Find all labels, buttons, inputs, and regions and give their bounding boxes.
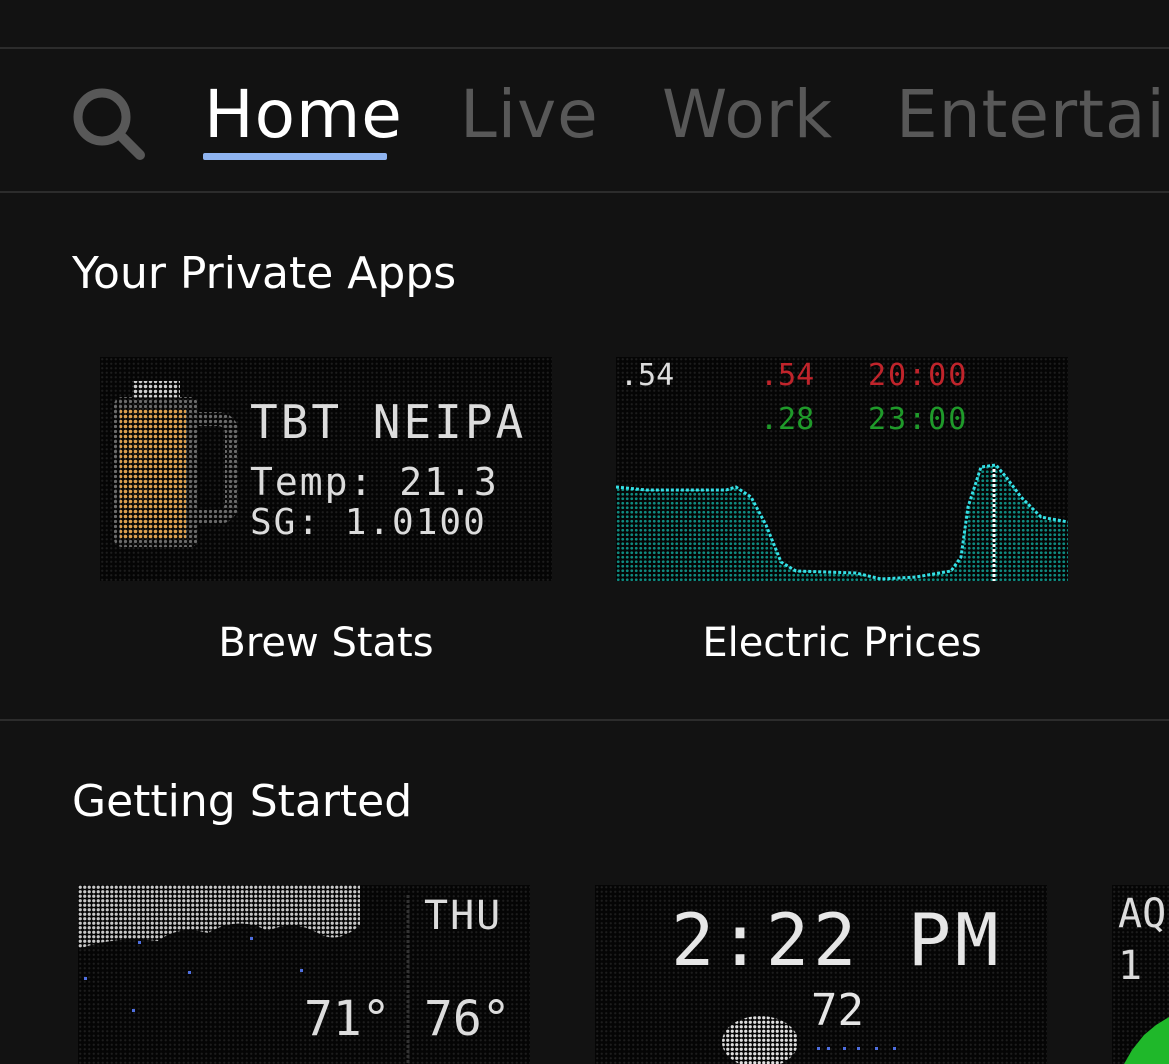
app-label-brew-stats[interactable]: Brew Stats	[100, 620, 552, 666]
air-quality-tile[interactable]: AQ 1	[1112, 885, 1169, 1064]
clock-tile[interactable]: 2:22 PM 72	[595, 885, 1047, 1064]
high-temp-text: 76°	[424, 991, 511, 1047]
aq-label-text: AQ	[1118, 891, 1166, 937]
section-title-private-apps: Your Private Apps	[72, 248, 457, 299]
aq-chart	[1124, 1017, 1169, 1064]
brew-name-text: TBT NEIPA	[250, 395, 527, 449]
electric-prices-tile[interactable]: .54 .54 20:00 .28 23:00	[616, 357, 1068, 581]
app-label-electric-prices[interactable]: Electric Prices	[616, 620, 1068, 666]
low-time-text: 23:00	[868, 402, 968, 437]
tabs-divider	[0, 191, 1169, 193]
beer-mug-icon	[114, 381, 239, 547]
current-price-text: .54	[620, 358, 674, 393]
search-icon[interactable]	[70, 85, 146, 161]
section-title-getting-started: Getting Started	[72, 776, 413, 827]
low-price-text: .28	[760, 402, 814, 437]
active-tab-indicator	[203, 153, 387, 160]
weather-forecast-tile[interactable]: THU 71° 76°	[78, 885, 530, 1064]
top-divider	[0, 47, 1169, 49]
tab-bar: Home Live Work Entertain	[0, 50, 1169, 192]
clock-temp-text: 72	[811, 985, 864, 1036]
tab-work[interactable]: Work	[662, 76, 833, 153]
tab-home[interactable]: Home	[204, 76, 403, 153]
section-divider	[0, 719, 1169, 721]
price-chart-area	[616, 465, 1068, 581]
tab-live[interactable]: Live	[460, 76, 599, 153]
brew-temp-text: Temp: 21.3	[250, 460, 499, 504]
high-price-text: .54	[760, 358, 814, 393]
tab-entertain[interactable]: Entertain	[896, 76, 1169, 153]
clock-time-text: 2:22 PM	[671, 898, 1002, 982]
aq-value-text: 1	[1118, 943, 1142, 989]
cloud-icon	[78, 885, 360, 949]
weather-cloud-icon	[722, 1016, 798, 1064]
clock-display: 2:22 PM 72	[671, 898, 1002, 1064]
brew-gravity-text: SG: 1.0100	[250, 502, 487, 543]
brew-stats-tile[interactable]: TBT NEIPA Temp: 21.3 SG: 1.0100	[100, 357, 552, 581]
weather-forecast-display: THU 71° 76°	[78, 885, 511, 1064]
high-time-text: 20:00	[868, 358, 968, 393]
electric-prices-display: .54 .54 20:00 .28 23:00	[616, 358, 1068, 581]
current-temp-text: 71°	[304, 991, 391, 1047]
air-quality-display: AQ 1	[1118, 891, 1169, 1064]
forecast-day-text: THU	[424, 893, 502, 939]
